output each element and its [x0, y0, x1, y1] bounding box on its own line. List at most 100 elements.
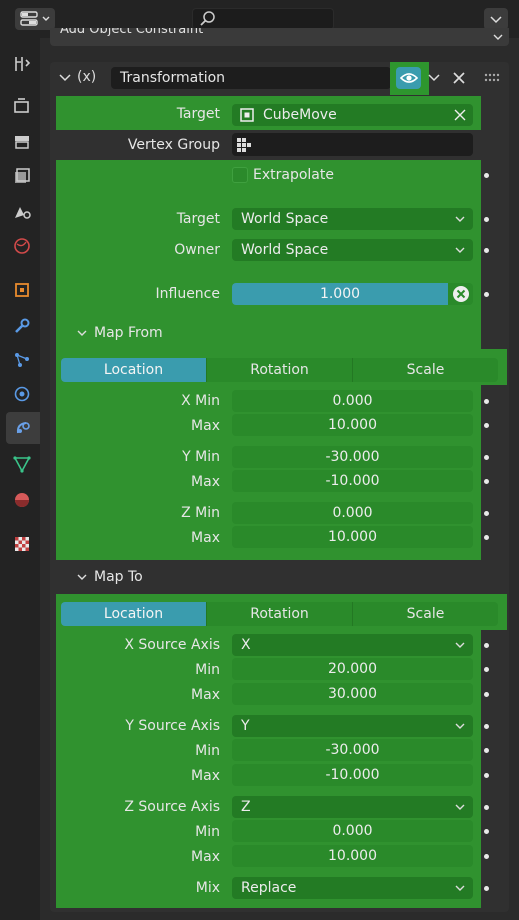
from-y-max-field[interactable]: -10.000 — [232, 470, 473, 492]
to-x-max-label: Max — [191, 687, 220, 703]
tab-modifiers[interactable] — [6, 310, 38, 342]
map-to-title: Map To — [94, 569, 143, 585]
keyframe-dot[interactable] — [484, 511, 489, 516]
to-y-min-field[interactable]: -30.000 — [232, 739, 473, 761]
x-source-axis-dropdown[interactable]: X — [232, 634, 473, 656]
target-space-dropdown[interactable]: World Space — [232, 208, 473, 230]
particles-icon — [15, 353, 29, 367]
keyframe-dot[interactable] — [484, 173, 489, 178]
close-icon[interactable] — [452, 71, 466, 85]
map-to-tab-location[interactable]: Location — [61, 602, 207, 626]
vertex-group-field[interactable] — [232, 133, 473, 156]
from-y-min-label: Y Min — [182, 449, 220, 465]
render-icon — [14, 98, 29, 113]
keyframe-dot[interactable] — [484, 748, 489, 753]
tab-data[interactable] — [6, 448, 38, 480]
chevron-down-icon — [455, 885, 465, 891]
keyframe-dot[interactable] — [484, 773, 489, 778]
keyframe-dot[interactable] — [484, 248, 489, 253]
from-y-max-label: Max — [191, 474, 220, 490]
clear-icon[interactable] — [454, 109, 466, 121]
scene-icon — [15, 207, 31, 219]
tab-world[interactable] — [6, 230, 38, 262]
keyframe-dot[interactable] — [484, 423, 489, 428]
from-x-max-field[interactable]: 10.000 — [232, 414, 473, 436]
add-object-constraint-button[interactable]: Add Object Constraint — [50, 28, 509, 46]
mix-label: Mix — [195, 880, 220, 896]
tab-material[interactable] — [6, 484, 38, 516]
chevron-down-icon[interactable] — [427, 71, 441, 85]
tab-object[interactable] — [6, 274, 38, 306]
disable-keep-transform-button[interactable] — [448, 283, 473, 305]
keyframe-dot[interactable] — [484, 805, 489, 810]
from-x-min-field[interactable]: 0.000 — [232, 390, 473, 412]
target-object-field[interactable]: CubeMove — [232, 104, 473, 126]
to-y-max-field[interactable]: -10.000 — [232, 764, 473, 786]
tab-constraints[interactable] — [6, 412, 40, 444]
from-z-max-field[interactable]: 10.000 — [232, 526, 473, 548]
keyframe-dot[interactable] — [484, 886, 489, 891]
map-from-tab-rotation[interactable]: Rotation — [207, 358, 353, 382]
from-x-max-label: Max — [191, 418, 220, 434]
keyframe-dot[interactable] — [484, 292, 489, 297]
tab-physics[interactable] — [6, 378, 38, 410]
tab-particles[interactable] — [6, 344, 38, 376]
constraint-name-field[interactable]: Transformation — [111, 67, 391, 89]
editor-type-button[interactable] — [15, 8, 55, 30]
material-icon — [15, 493, 29, 507]
collapse-chevron-icon[interactable] — [58, 71, 72, 85]
collapse-chevron-icon[interactable] — [76, 571, 88, 583]
map-from-tab-scale[interactable]: Scale — [353, 358, 498, 382]
object-icon — [15, 283, 29, 297]
keyframe-dot[interactable] — [484, 535, 489, 540]
to-z-max-field[interactable]: 10.000 — [232, 845, 473, 867]
keyframe-dot[interactable] — [484, 479, 489, 484]
z-source-axis-dropdown[interactable]: Z — [232, 796, 473, 818]
map-to-tab-scale[interactable]: Scale — [353, 602, 498, 626]
keyframe-dot[interactable] — [484, 829, 489, 834]
keyframe-dot[interactable] — [484, 692, 489, 697]
tab-tool[interactable] — [6, 48, 38, 80]
keyframe-dot[interactable] — [484, 724, 489, 729]
collapse-chevron-icon[interactable] — [76, 327, 88, 339]
extrapolate-checkbox[interactable] — [232, 167, 248, 183]
owner-space-dropdown[interactable]: World Space — [232, 239, 473, 261]
tab-render[interactable] — [6, 90, 38, 122]
keyframe-dot[interactable] — [484, 643, 489, 648]
keyframe-dot[interactable] — [484, 667, 489, 672]
drag-handle-icon[interactable] — [484, 73, 500, 83]
y-source-axis-value: Y — [241, 718, 250, 734]
to-x-min-field[interactable]: 20.000 — [232, 658, 473, 680]
from-z-min-field[interactable]: 0.000 — [232, 502, 473, 524]
keyframe-dot[interactable] — [484, 854, 489, 859]
toggle-enabled-button[interactable] — [396, 67, 421, 89]
to-y-max-label: Max — [191, 768, 220, 784]
checker-texture-icon — [15, 537, 29, 551]
target-space-value: World Space — [241, 211, 329, 227]
map-to-tab-rotation[interactable]: Rotation — [207, 602, 353, 626]
to-z-min-label: Min — [195, 824, 220, 840]
keyframe-dot[interactable] — [484, 399, 489, 404]
wrench-icon — [15, 318, 30, 333]
influence-slider[interactable]: 1.000 — [232, 283, 448, 305]
to-z-min-field[interactable]: 0.000 — [232, 820, 473, 842]
owner-space-value: World Space — [241, 242, 329, 258]
mesh-data-icon — [13, 456, 31, 473]
options-dropdown[interactable] — [484, 8, 508, 30]
to-x-max-field[interactable]: 30.000 — [232, 683, 473, 705]
map-from-tab-location[interactable]: Location — [61, 358, 207, 382]
mix-mode-dropdown[interactable]: Replace — [232, 877, 473, 899]
keyframe-dot[interactable] — [484, 217, 489, 222]
y-source-axis-label: Y Source Axis — [125, 718, 220, 734]
tab-scene[interactable] — [6, 196, 38, 228]
tab-output[interactable] — [6, 126, 38, 158]
target-space-label: Target — [176, 211, 220, 227]
from-y-min-field[interactable]: -30.000 — [232, 446, 473, 468]
tab-texture[interactable] — [6, 528, 38, 560]
tab-view-layer[interactable] — [6, 160, 38, 192]
y-source-axis-dropdown[interactable]: Y — [232, 715, 473, 737]
search-input[interactable] — [192, 8, 334, 30]
keyframe-dot[interactable] — [484, 455, 489, 460]
vertex-group-label: Vertex Group — [127, 137, 220, 153]
map-from-title: Map From — [94, 325, 163, 341]
